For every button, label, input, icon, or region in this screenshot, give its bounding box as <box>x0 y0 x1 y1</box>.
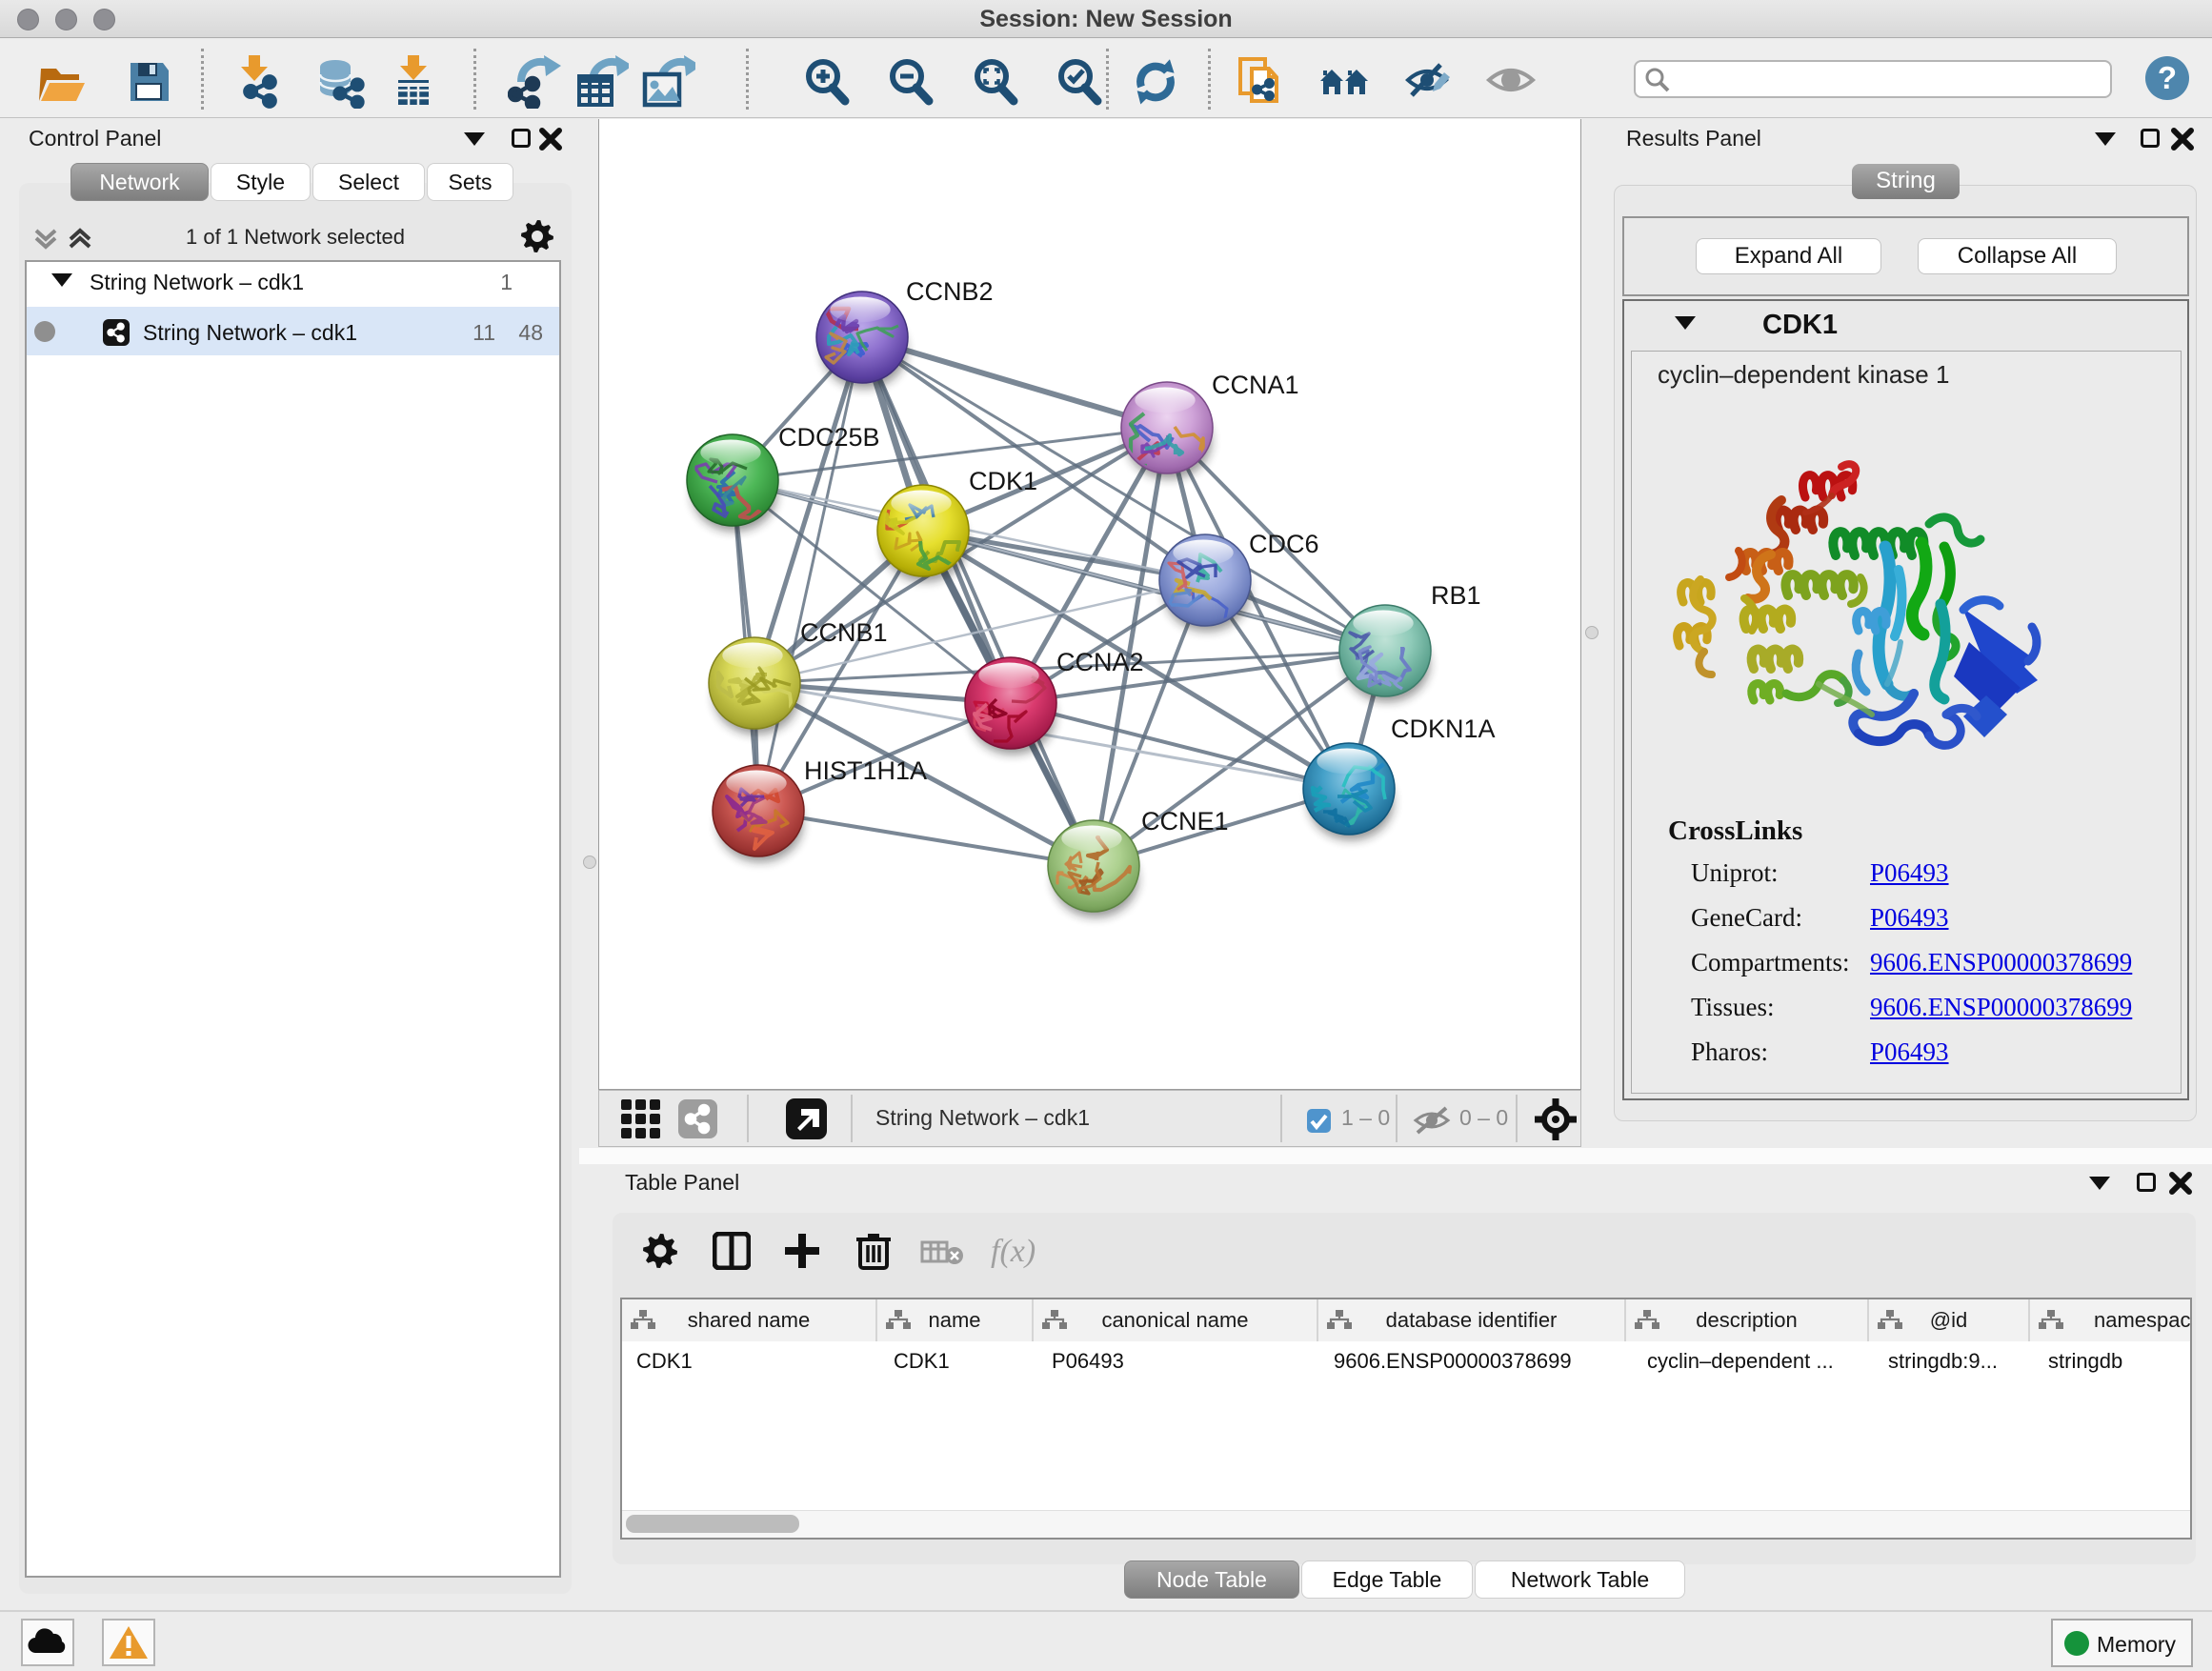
svg-text:CDC25B: CDC25B <box>778 423 880 452</box>
svg-text:RB1: RB1 <box>1431 581 1481 610</box>
svg-text:CCNE1: CCNE1 <box>1141 807 1229 836</box>
svg-text:CCNA2: CCNA2 <box>1056 648 1144 676</box>
svg-text:CCNB2: CCNB2 <box>906 277 994 306</box>
svg-text:CCNA1: CCNA1 <box>1212 371 1299 399</box>
svg-text:CDC6: CDC6 <box>1249 530 1319 558</box>
svg-text:CDK1: CDK1 <box>969 467 1037 495</box>
svg-text:CDKN1A: CDKN1A <box>1391 715 1496 743</box>
svg-text:HIST1H1A: HIST1H1A <box>804 756 927 785</box>
svg-text:CCNB1: CCNB1 <box>800 618 888 647</box>
